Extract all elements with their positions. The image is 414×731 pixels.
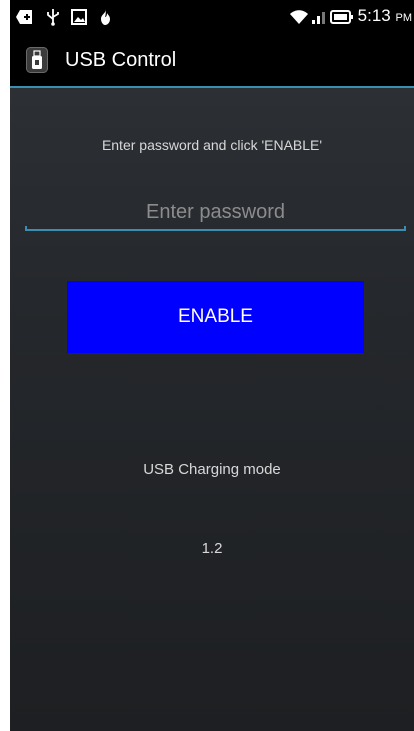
enable-button[interactable]: ENABLE xyxy=(67,281,364,353)
add-box-icon xyxy=(16,8,34,26)
clock: 5:13 PM xyxy=(357,6,412,25)
password-field[interactable] xyxy=(25,195,406,231)
image-icon xyxy=(70,8,88,26)
instruction-text: Enter password and click 'ENABLE' xyxy=(101,137,323,153)
password-input[interactable] xyxy=(25,195,406,229)
signal-icon xyxy=(310,8,328,26)
password-underline xyxy=(25,226,406,231)
app-screen: 5:13 PM USB Control Enter password and c… xyxy=(10,0,414,731)
usb-stick-icon[interactable] xyxy=(26,47,48,73)
action-bar: USB Control xyxy=(10,34,414,86)
flame-icon xyxy=(96,8,114,26)
battery-icon xyxy=(330,8,354,26)
status-bar: 5:13 PM xyxy=(10,0,414,34)
version-label: 1.2 xyxy=(201,540,223,557)
usb-mode-label: USB Charging mode xyxy=(143,461,281,478)
usb-icon xyxy=(44,8,62,26)
app-title: USB Control xyxy=(65,49,177,71)
wifi-icon xyxy=(289,8,309,26)
action-bar-divider xyxy=(10,86,414,88)
